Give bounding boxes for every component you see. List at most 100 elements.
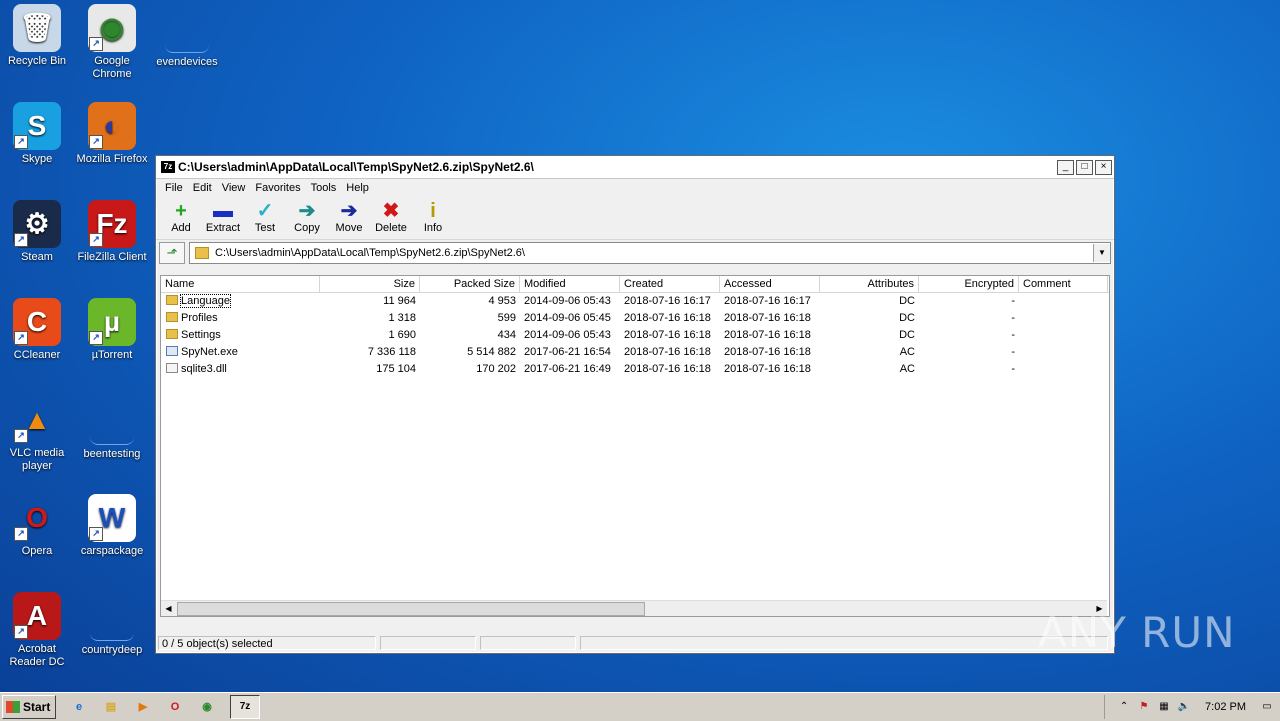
close-button[interactable]: × [1095,159,1112,175]
table-row[interactable]: sqlite3.dll 175 104 170 202 2017-06-21 16:4… [161,361,1109,378]
file-list[interactable]: Name Size Packed Size Modified Created Access… [160,275,1110,617]
folder-icon [166,329,178,339]
maximize-button[interactable]: □ [1076,159,1093,175]
copy-button[interactable]: ➔ Copy [286,197,328,234]
cell-name: sqlite3.dll [161,361,320,378]
add-button[interactable]: + Add [160,197,202,234]
title-bar[interactable]: 7z C:\Users\admin\AppData\Local\Temp\Spy… [156,156,1114,179]
blank-icon [90,396,134,445]
desktop-icon-evendevices[interactable]: evendevices [150,4,224,69]
menu-favorites[interactable]: Favorites [250,182,305,194]
toolbar-label: Add [171,222,191,234]
menu-view[interactable]: View [217,182,251,194]
opera-icon[interactable]: O [166,698,184,716]
column-header-packed-size[interactable]: Packed Size [420,276,520,292]
network-icon[interactable]: ▦ [1157,700,1171,714]
column-header-comment[interactable]: Comment [1019,276,1108,292]
file-name: Language [180,294,231,308]
show-desktop-icon[interactable]: ▭ [1260,700,1274,714]
address-combo[interactable]: C:\Users\admin\AppData\Local\Temp\SpyNet… [189,242,1111,264]
move-button[interactable]: ➔ Move [328,197,370,234]
vlc-icon: ▲ ↗ [13,396,61,444]
acrobat-icon: A ↗ [13,592,61,640]
cell-encrypted: - [1011,295,1015,307]
desktop-icon-acrobat-reader-dc[interactable]: A ↗ Acrobat Reader DC [0,592,74,669]
file-name: Settings [181,329,221,341]
7zip-window: 7z C:\Users\admin\AppData\Local\Temp\Spy… [155,155,1115,654]
desktop-icon-google-chrome[interactable]: ◉ ↗ Google Chrome [75,4,149,81]
table-row[interactable]: Settings 1 690 434 2014-09-06 05:43 2018-07-… [161,327,1109,344]
shortcut-arrow-icon: ↗ [14,233,28,247]
chevron-down-icon[interactable]: ▼ [1093,244,1110,262]
cell-accessed: 2018-07-16 16:18 [724,329,811,341]
cell-modified: 2017-06-21 16:49 [524,363,611,375]
desktop-icon-label: Mozilla Firefox [76,153,148,165]
action-center-flag-icon[interactable]: ⚑ [1137,700,1151,714]
delete-button[interactable]: ✖ Delete [370,197,412,234]
up-folder-button[interactable]: ⬏ [159,242,185,264]
cell-size: 1 318 [388,312,416,324]
table-row[interactable]: Profiles 1 318 599 2014-09-06 05:45 2018-07-… [161,310,1109,327]
skype-icon: S ↗ [13,102,61,150]
desktop-icon-steam[interactable]: ⚙ ↗ Steam [0,200,74,264]
column-header-size[interactable]: Size [320,276,420,292]
desktop-icon-countrydeep[interactable]: countrydeep [75,592,149,657]
extract-button[interactable]: ▬ Extract [202,197,244,234]
cell-packed: 599 [497,312,516,324]
clock[interactable]: 7:02 PM [1205,701,1246,713]
shortcut-arrow-icon: ↗ [89,37,103,51]
desktop-icon-filezilla-client[interactable]: Fz ↗ FileZilla Client [75,200,149,264]
media-player-icon[interactable]: ▶ [134,698,152,716]
steam-icon: ⚙ ↗ [13,200,61,248]
column-header-modified[interactable]: Modified [520,276,620,292]
chrome-icon[interactable]: ◉ [198,698,216,716]
scroll-left-icon[interactable]: ◀ [161,601,176,616]
menu-edit[interactable]: Edit [188,182,217,194]
cell-created: 2018-07-16 16:18 [624,363,711,375]
volume-icon[interactable]: 🔈 [1177,700,1191,714]
ie-icon[interactable]: e [70,698,88,716]
desktop-icon-beentesting[interactable]: beentesting [75,396,149,461]
shortcut-arrow-icon: ↗ [14,135,28,149]
column-header-name[interactable]: Name [161,276,320,292]
toolbar-label: Info [423,222,443,234]
desktop-icon-recycle-bin[interactable]: 🗑 Recycle Bin [0,4,74,68]
cell-attributes: AC [899,346,915,358]
column-header-accessed[interactable]: Accessed [720,276,820,292]
tray-expand-icon[interactable]: ⌃ [1117,700,1131,714]
desktop-icon-skype[interactable]: S ↗ Skype [0,102,74,166]
desktop-icon-label: FileZilla Client [77,251,147,263]
menu-bar: File Edit View Favorites Tools Help [156,179,1114,197]
table-row[interactable]: Language 11 964 4 953 2014-09-06 05:43 2018-… [161,293,1109,310]
filezilla-icon: Fz ↗ [88,200,136,248]
minimize-button[interactable]: _ [1057,159,1074,175]
shortcut-arrow-icon: ↗ [14,331,28,345]
toolbar-label: Copy [294,222,320,234]
desktop-icon-label: VLC media player [9,447,65,472]
folder-icon [195,247,209,259]
column-header-encrypted[interactable]: Encrypted [919,276,1019,292]
toolbar-label: Move [335,222,363,234]
column-header-created[interactable]: Created [620,276,720,292]
desktop-icon-vlc-media-player[interactable]: ▲ ↗ VLC media player [0,396,74,473]
menu-tools[interactable]: Tools [306,182,342,194]
info-button[interactable]: i Info [412,197,454,234]
test-button[interactable]: ✓ Test [244,197,286,234]
desktop-icon-carspackage[interactable]: W ↗ carspackage [75,494,149,558]
menu-help[interactable]: Help [341,182,374,194]
start-label: Start [23,700,51,714]
horizontal-scrollbar[interactable]: ◀ ▶ [161,600,1107,616]
table-row[interactable]: SpyNet.exe 7 336 118 5 514 882 2017-06-21 1… [161,344,1109,361]
scroll-thumb[interactable] [177,602,645,616]
desktop-icon--torrent[interactable]: µ ↗ µTorrent [75,298,149,362]
explorer-icon[interactable]: ▤ [102,698,120,716]
taskbar-7zip-button[interactable]: 7z [230,695,260,719]
check-icon: ✓ [256,200,274,222]
start-button[interactable]: Start [2,695,56,719]
desktop-icon-mozilla-firefox[interactable]: ◐ ↗ Mozilla Firefox [75,102,149,166]
desktop-icon-ccleaner[interactable]: C ↗ CCleaner [0,298,74,362]
desktop-icon-opera[interactable]: O ↗ Opera [0,494,74,558]
desktop-icon-label: Recycle Bin [7,55,67,67]
menu-file[interactable]: File [160,182,188,194]
column-header-attributes[interactable]: Attributes [820,276,919,292]
